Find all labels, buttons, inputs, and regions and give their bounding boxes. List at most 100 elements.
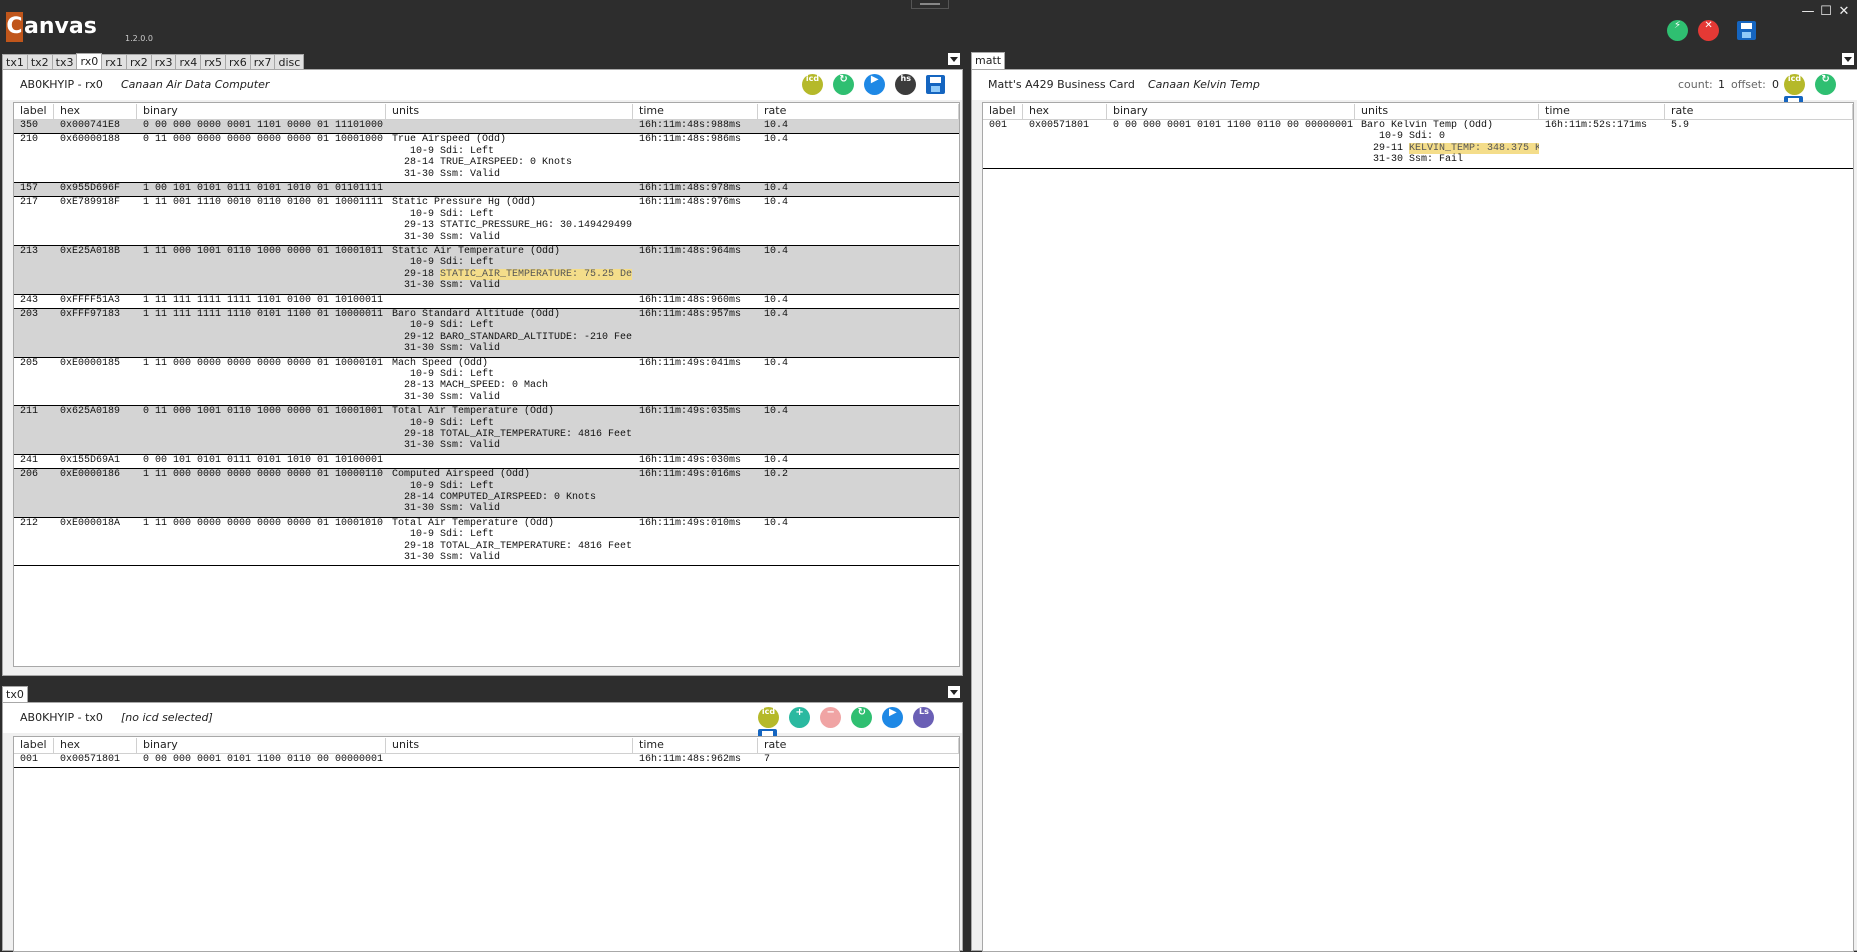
table-row[interactable]: 212 0xE000018A 1 11 000 0000 0000 0000 000… [14, 518, 959, 567]
cell-label: 217 [20, 197, 39, 209]
tab-matt[interactable]: matt [971, 52, 1006, 70]
tx0-grid: label hex binary units time rate 001 0x00571801… [13, 736, 960, 952]
play-icon[interactable]: ▶ [864, 74, 886, 95]
table-row[interactable]: 350 0x000741E8 0 00 000 0000 0001 1101 000… [14, 120, 959, 135]
cell-rate: 10.4 [764, 134, 789, 146]
column-header-hex[interactable]: hex [54, 104, 137, 119]
table-row[interactable]: 157 0x955D696F 1 00 101 0101 0111 0101 101… [14, 182, 959, 198]
save-icon[interactable] [926, 75, 946, 94]
cell-hex: 0xE0000185 [60, 357, 121, 369]
column-header-units[interactable]: units [386, 738, 633, 753]
units-line: 31-30 Ssm: Valid [392, 551, 501, 563]
icd-icon[interactable]: icd [1784, 74, 1805, 95]
cell-rate: 7 [764, 754, 771, 765]
offset-value: 0 [1772, 78, 1779, 91]
cell-hex: 0x00571801 [60, 754, 121, 765]
ls-icon[interactable]: Ls [913, 707, 935, 728]
matt-icd-name: Canaan Kelvin Temp [1148, 78, 1260, 91]
column-header-time[interactable]: time [1539, 104, 1665, 119]
cell-hex: 0xE000018A [60, 517, 121, 529]
units-line: 31-30 Ssm: Fail [1361, 154, 1464, 166]
cell-binary: 1 11 001 1110 0010 0110 0100 01 10001111 [143, 197, 384, 209]
column-header-time[interactable]: time [633, 104, 758, 119]
column-header-hex[interactable]: hex [54, 738, 137, 753]
matt-panel: Matt's A429 Business Card Canaan Kelvin … [971, 69, 1857, 952]
column-header-label[interactable]: label [14, 738, 54, 753]
column-header-rate[interactable]: rate [1665, 104, 1853, 119]
icd-icon[interactable]: icd [802, 74, 823, 95]
column-header-binary[interactable]: binary [137, 738, 386, 753]
add-icon[interactable]: + [789, 707, 811, 728]
play-icon[interactable]: ▶ [882, 707, 904, 728]
units-line: 31-30 Ssm: Valid [392, 391, 501, 403]
refresh-icon[interactable]: ↻ [1815, 74, 1837, 95]
hs-icon[interactable]: hs [895, 74, 917, 95]
table-row[interactable]: 001 0x00571801 0 00 000 0001 0101 1100 011… [983, 120, 1853, 169]
tx0-channel-name: AB0KHYIP - tx0 [20, 711, 103, 724]
table-row[interactable]: 210 0x60000188 0 11 000 0000 0000 0000 000… [14, 134, 959, 183]
column-header-binary[interactable]: binary [1107, 104, 1355, 119]
units-line: 28-14 COMPUTED_AIRSPEED: 0 Knots [392, 491, 597, 503]
table-row[interactable]: 206 0xE0000186 1 11 000 0000 0000 0000 000… [14, 469, 959, 518]
remove-icon[interactable]: − [820, 707, 842, 728]
column-header-binary[interactable]: binary [137, 104, 386, 119]
disconnect-icon[interactable]: ✕ [1698, 20, 1720, 41]
column-header-rate[interactable]: rate [758, 738, 959, 753]
column-header-hex[interactable]: hex [1023, 104, 1107, 119]
units-line: Baro Standard Altitude (Odd) [392, 308, 561, 320]
cell-binary: 1 11 111 1111 1111 1101 0100 01 10100011 [143, 294, 384, 306]
refresh-icon[interactable]: ↻ [833, 74, 855, 95]
connect-icon[interactable]: ⚡ [1667, 20, 1688, 41]
units-line: 10-9 Sdi: Left [392, 145, 495, 157]
cell-time: 16h:11m:49s:016ms [639, 469, 742, 481]
table-row[interactable]: 241 0x155D69A1 0 00 101 0101 0111 0101 101… [14, 455, 959, 470]
table-row[interactable]: 001 0x00571801 0 00 000 0001 0101 1100 011… [14, 754, 959, 769]
window-controls: — ☐ ✕ [1799, 4, 1853, 19]
column-header-time[interactable]: time [633, 738, 758, 753]
cell-label: 350 [20, 120, 39, 131]
top-toolbar: ⚡ ✕ [1667, 20, 1757, 41]
column-header-rate[interactable]: rate [758, 104, 959, 119]
tab-menu-chevron-down-icon[interactable] [1842, 53, 1854, 65]
table-row[interactable]: 243 0xFFFF51A3 1 11 111 1111 1111 1101 010… [14, 295, 959, 309]
column-header-label[interactable]: label [14, 104, 54, 119]
table-row[interactable]: 205 0xE0000185 1 11 000 0000 0000 0000 000… [14, 358, 959, 407]
table-row[interactable]: 203 0xFFF97183 1 11 111 1111 1110 0101 110… [14, 308, 959, 358]
column-header-units[interactable]: units [386, 104, 633, 119]
matt-panel-header: Matt's A429 Business Card Canaan Kelvin … [972, 70, 1857, 115]
maximize-button[interactable]: ☐ [1817, 4, 1835, 19]
grid-header: label hex binary units time rate [983, 103, 1853, 120]
units-line: 31-30 Ssm: Valid [392, 503, 501, 515]
cell-rate: 10.4 [764, 517, 789, 529]
icd-icon[interactable]: icd [758, 707, 779, 728]
table-row[interactable]: 211 0x625A0189 0 11 000 1001 0110 1000 000… [14, 406, 959, 455]
cell-hex: 0xE25A018B [60, 245, 121, 257]
cell-label: 213 [20, 245, 39, 257]
tab-menu-chevron-down-icon[interactable] [948, 686, 960, 698]
app-version: 1.2.0.0 [125, 34, 153, 43]
drag-grip[interactable] [911, 0, 949, 9]
cell-rate: 10.2 [764, 469, 789, 481]
cell-label: 157 [20, 182, 39, 194]
save-icon[interactable] [1737, 21, 1757, 40]
units-line: 29-18 TOTAL_AIR_TEMPERATURE: 4816 Feet [392, 428, 633, 440]
column-header-units[interactable]: units [1355, 104, 1539, 119]
table-row[interactable]: 217 0xE789918F 1 11 001 1110 0010 0110 010… [14, 197, 959, 246]
matt-grid: label hex binary units time rate 001 0x00571801… [982, 102, 1854, 952]
cell-label: 001 [989, 120, 1008, 131]
rx0-panel-header: AB0KHYIP - rx0 Canaan Air Data Computer … [3, 70, 962, 100]
units-line: Static Pressure Hg (Odd) [392, 197, 537, 209]
table-row[interactable]: 213 0xE25A018B 1 11 000 1001 0110 1000 000… [14, 245, 959, 295]
column-header-label[interactable]: label [983, 104, 1023, 119]
highlighted-units-line: 29-18 STATIC_AIR_TEMPERATURE: 75.25 De [392, 268, 633, 280]
units-line: Baro Kelvin Temp (Odd) [1361, 120, 1494, 131]
grid-header: label hex binary units time rate [14, 103, 959, 120]
cell-rate: 10.4 [764, 406, 789, 418]
close-button[interactable]: ✕ [1835, 4, 1853, 19]
cell-time: 16h:11m:49s:035ms [639, 406, 742, 418]
minimize-button[interactable]: — [1799, 4, 1817, 19]
tab-menu-chevron-down-icon[interactable] [948, 53, 960, 65]
refresh-icon[interactable]: ↻ [851, 707, 873, 728]
cell-label: 203 [20, 308, 39, 320]
cell-rate: 5.9 [1671, 120, 1690, 131]
